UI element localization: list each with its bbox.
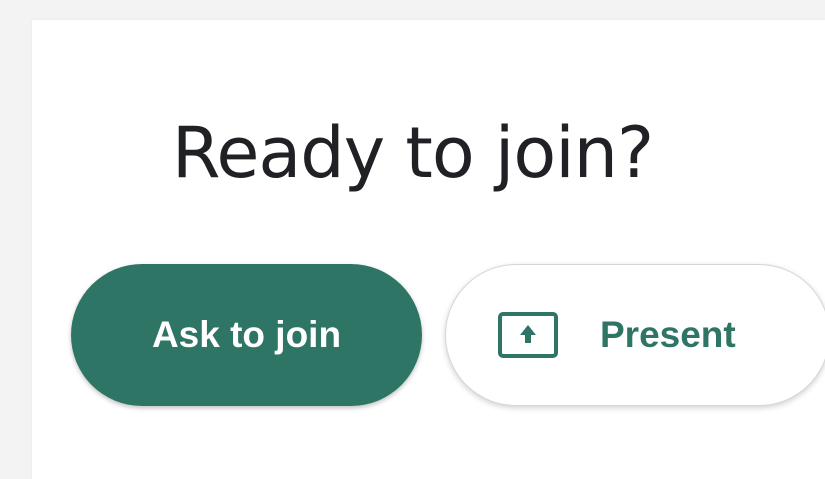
ask-to-join-button[interactable]: Ask to join xyxy=(71,264,422,406)
ask-to-join-label: Ask to join xyxy=(151,314,342,355)
present-label: Present xyxy=(600,314,736,355)
join-panel xyxy=(32,20,825,479)
present-button[interactable]: Present xyxy=(445,264,825,406)
page-title: Ready to join? xyxy=(171,112,654,194)
present-screen-icon xyxy=(498,312,558,358)
